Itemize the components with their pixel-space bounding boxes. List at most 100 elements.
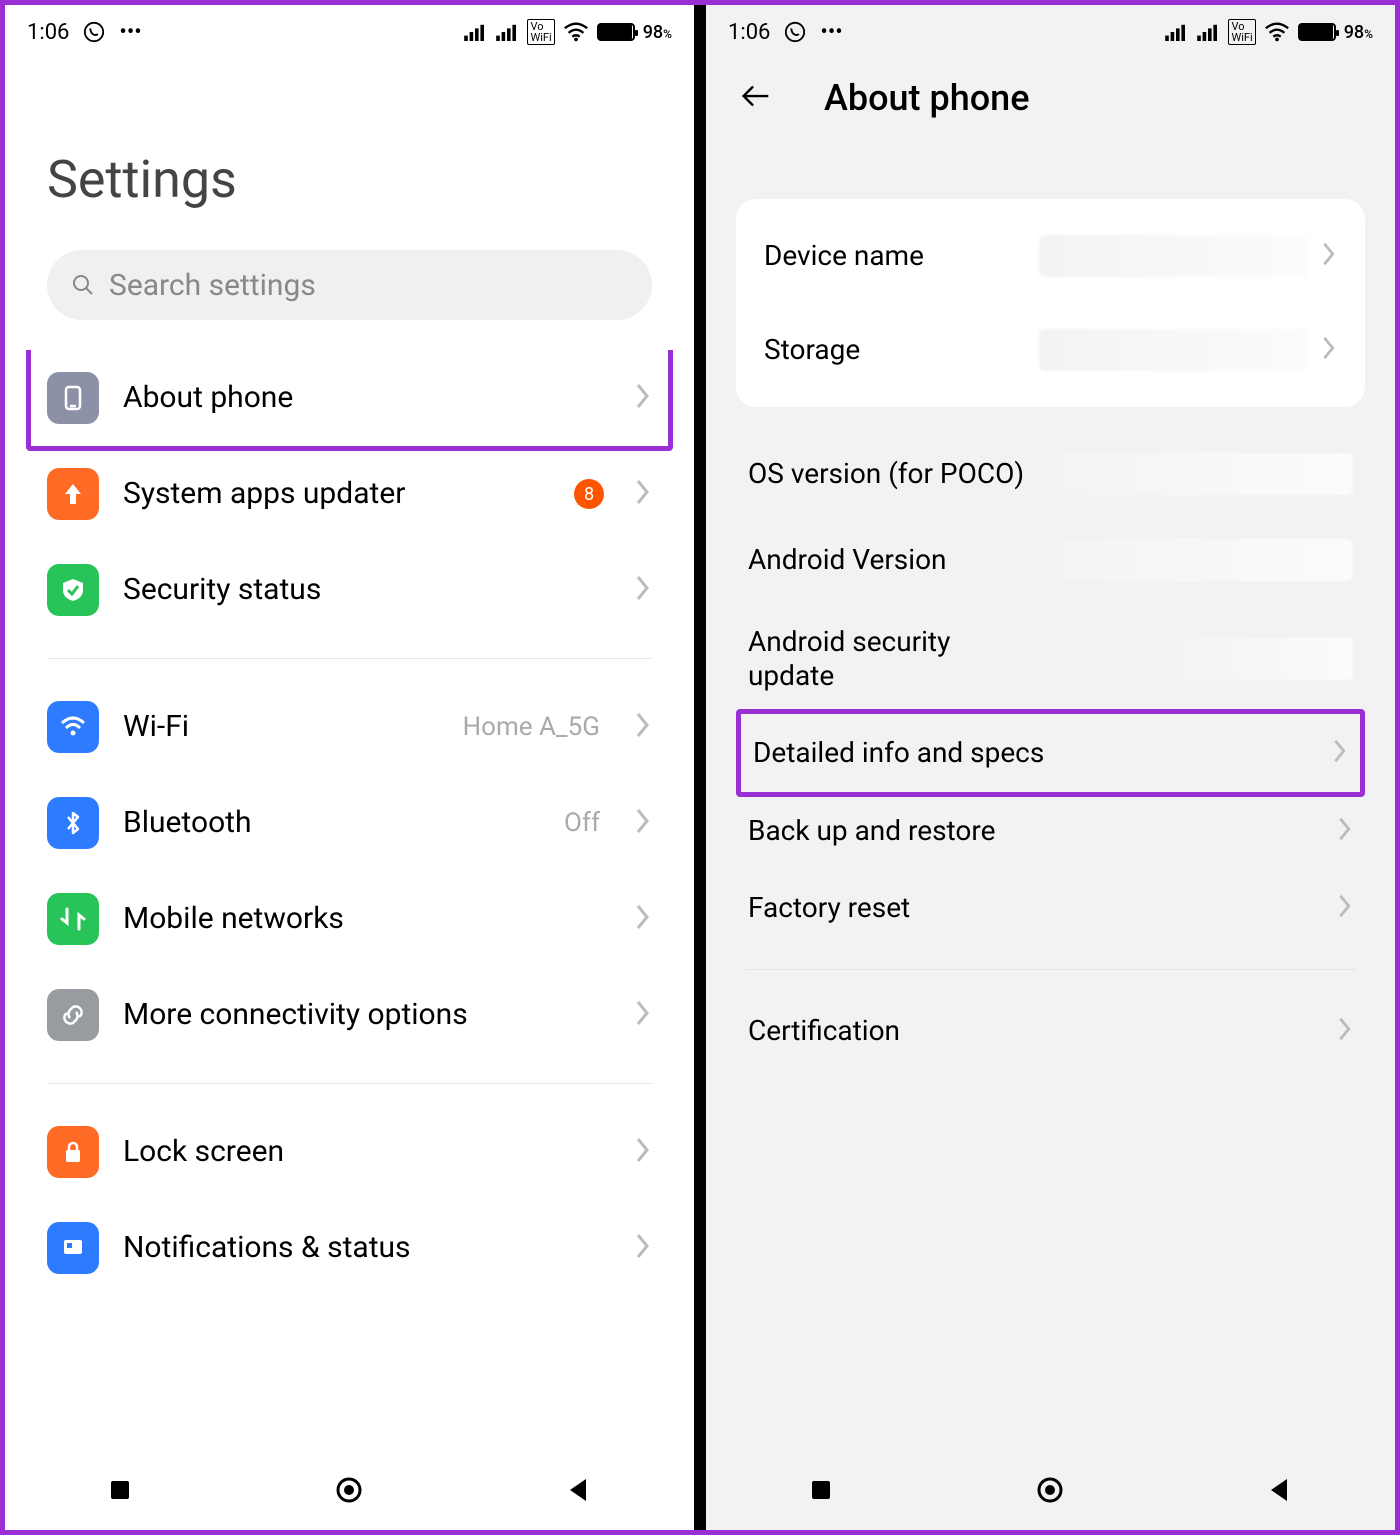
row-label: Certification: [748, 1014, 1325, 1048]
signal-2-icon: [495, 23, 519, 41]
row-label: Bluetooth: [123, 806, 540, 841]
mobile-networks-icon: [47, 893, 99, 945]
device-card: Device name Storage: [736, 199, 1365, 407]
battery-icon: [1298, 23, 1336, 41]
updater-icon: [47, 468, 99, 520]
chevron-right-icon: [634, 711, 652, 743]
redacted-value: [1038, 539, 1353, 581]
chevron-right-icon: [1332, 738, 1348, 768]
settings-screen: 1:06 ••• VoWiFi 98% Settings Search sett…: [5, 5, 694, 1530]
row-label: Back up and restore: [748, 814, 1325, 848]
wifi-status-icon: [1264, 22, 1290, 42]
chevron-right-icon: [634, 1232, 652, 1264]
divider: [746, 969, 1355, 970]
row-label: Security status: [123, 573, 610, 608]
whatsapp-icon: [83, 21, 105, 43]
status-time: 1:06: [728, 20, 770, 45]
row-storage[interactable]: Storage: [736, 303, 1365, 397]
wifi-icon: [47, 701, 99, 753]
divider: [47, 658, 652, 659]
row-label: Android Version: [748, 543, 1038, 577]
row-detailed-info-specs[interactable]: Detailed info and specs: [741, 714, 1360, 792]
row-about-phone[interactable]: About phone: [31, 350, 668, 446]
row-more-connectivity[interactable]: More connectivity options: [31, 967, 668, 1063]
lock-icon: [47, 1126, 99, 1178]
row-label: System apps updater: [123, 477, 550, 512]
vowifi-icon: VoWiFi: [527, 19, 554, 45]
chevron-right-icon: [634, 478, 652, 510]
row-mobile-networks[interactable]: Mobile networks: [31, 871, 668, 967]
chevron-right-icon: [1321, 241, 1337, 271]
nav-recent-icon[interactable]: [806, 1475, 836, 1505]
row-label: Wi-Fi: [123, 710, 439, 745]
row-security-status[interactable]: Security status: [31, 542, 668, 638]
status-bar: 1:06 ••• VoWiFi 98%: [5, 5, 694, 59]
row-label: Android security update: [748, 625, 1038, 692]
wifi-status-icon: [563, 22, 589, 42]
chevron-right-icon: [634, 382, 652, 414]
about-phone-icon: [47, 372, 99, 424]
status-time: 1:06: [27, 20, 69, 45]
chevron-right-icon: [634, 807, 652, 839]
row-bluetooth[interactable]: Bluetooth Off: [31, 775, 668, 871]
whatsapp-icon: [784, 21, 806, 43]
row-label: Factory reset: [748, 891, 1325, 925]
redacted-value: [1038, 453, 1353, 495]
row-certification[interactable]: Certification: [736, 992, 1365, 1070]
redacted-value: [1039, 235, 1309, 277]
nav-home-icon[interactable]: [1035, 1475, 1065, 1505]
chevron-right-icon: [1321, 335, 1337, 365]
back-button[interactable]: [736, 77, 774, 119]
bluetooth-icon: [47, 797, 99, 849]
row-backup-restore[interactable]: Back up and restore: [736, 792, 1365, 870]
nav-recent-icon[interactable]: [105, 1475, 135, 1505]
chevron-right-icon: [1337, 1016, 1353, 1046]
update-badge: 8: [574, 479, 604, 509]
page-title: About phone: [824, 77, 1029, 119]
row-label: Lock screen: [123, 1135, 610, 1170]
search-input[interactable]: Search settings: [47, 250, 652, 320]
row-label: Notifications & status: [123, 1231, 610, 1266]
row-label: About phone: [123, 381, 610, 416]
row-value: Off: [564, 808, 600, 838]
more-icon: •••: [820, 20, 842, 45]
battery-icon: [597, 23, 635, 41]
row-lock-screen[interactable]: Lock screen: [31, 1104, 668, 1200]
row-factory-reset[interactable]: Factory reset: [736, 869, 1365, 947]
row-os-version[interactable]: OS version (for POCO): [736, 431, 1365, 517]
status-bar: 1:06 ••• VoWiFi 98%: [706, 5, 1395, 59]
row-wifi[interactable]: Wi-Fi Home A_5G: [31, 679, 668, 775]
redacted-value: [1039, 329, 1309, 371]
nav-back-icon[interactable]: [1265, 1475, 1295, 1505]
chevron-right-icon: [634, 1136, 652, 1168]
search-icon: [71, 273, 95, 297]
battery-pct: 98%: [1344, 22, 1373, 43]
notifications-icon: [47, 1222, 99, 1274]
about-phone-screen: 1:06 ••• VoWiFi 98% About phone Device n…: [706, 5, 1395, 1530]
row-system-apps-updater[interactable]: System apps updater 8: [31, 446, 668, 542]
nav-bar: [5, 1450, 694, 1530]
chevron-right-icon: [1337, 893, 1353, 923]
chevron-right-icon: [634, 574, 652, 606]
row-device-name[interactable]: Device name: [736, 209, 1365, 303]
vowifi-icon: VoWiFi: [1228, 19, 1255, 45]
row-label: Device name: [764, 239, 1039, 273]
more-icon: •••: [119, 20, 141, 45]
row-android-version[interactable]: Android Version: [736, 517, 1365, 603]
signal-1-icon: [463, 23, 487, 41]
nav-bar: [706, 1450, 1395, 1530]
nav-back-icon[interactable]: [564, 1475, 594, 1505]
search-placeholder: Search settings: [109, 268, 316, 303]
row-label: OS version (for POCO): [748, 457, 1038, 491]
signal-2-icon: [1196, 23, 1220, 41]
row-notifications-status[interactable]: Notifications & status: [31, 1200, 668, 1296]
row-security-update[interactable]: Android security update: [736, 603, 1365, 714]
row-label: Detailed info and specs: [753, 736, 1320, 770]
row-label: More connectivity options: [123, 998, 610, 1033]
chevron-right-icon: [1337, 816, 1353, 846]
page-title: Settings: [5, 59, 694, 250]
chevron-right-icon: [634, 903, 652, 935]
chevron-right-icon: [634, 999, 652, 1031]
row-label: Mobile networks: [123, 902, 610, 937]
nav-home-icon[interactable]: [334, 1475, 364, 1505]
